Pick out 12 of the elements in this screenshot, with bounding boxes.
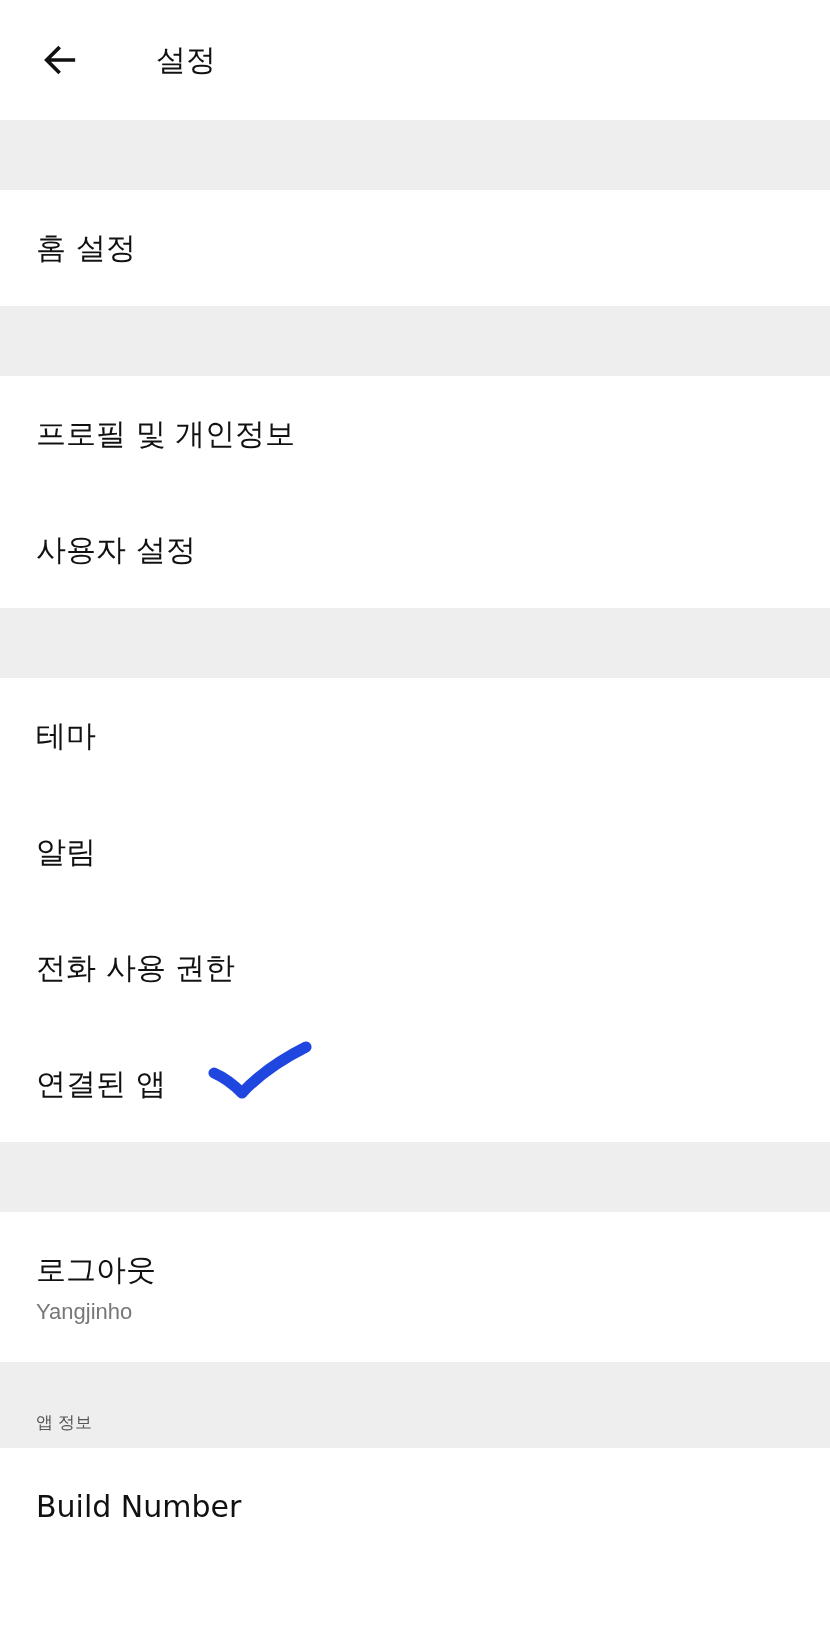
page-title: 설정 <box>156 40 216 79</box>
settings-item[interactable]: 사용자 설정 <box>36 529 196 571</box>
settings-item[interactable]: 테마 <box>36 715 96 757</box>
account-name: Yangjinho <box>36 1298 134 1325</box>
settings-item[interactable]: 프로필 및 개인정보 <box>36 413 296 455</box>
settings-item[interactable]: 전화 사용 권한 <box>36 947 236 989</box>
settings-item[interactable]: 홈 설정 <box>36 227 136 269</box>
settings-item[interactable]: 알림 <box>36 831 96 873</box>
settings-item[interactable]: 로그아웃 <box>36 1249 156 1291</box>
settings-item[interactable]: Build Number <box>36 1488 242 1524</box>
section-header: 앱 정보 <box>36 1411 93 1434</box>
settings-item[interactable]: 연결된 앱 <box>36 1063 166 1105</box>
